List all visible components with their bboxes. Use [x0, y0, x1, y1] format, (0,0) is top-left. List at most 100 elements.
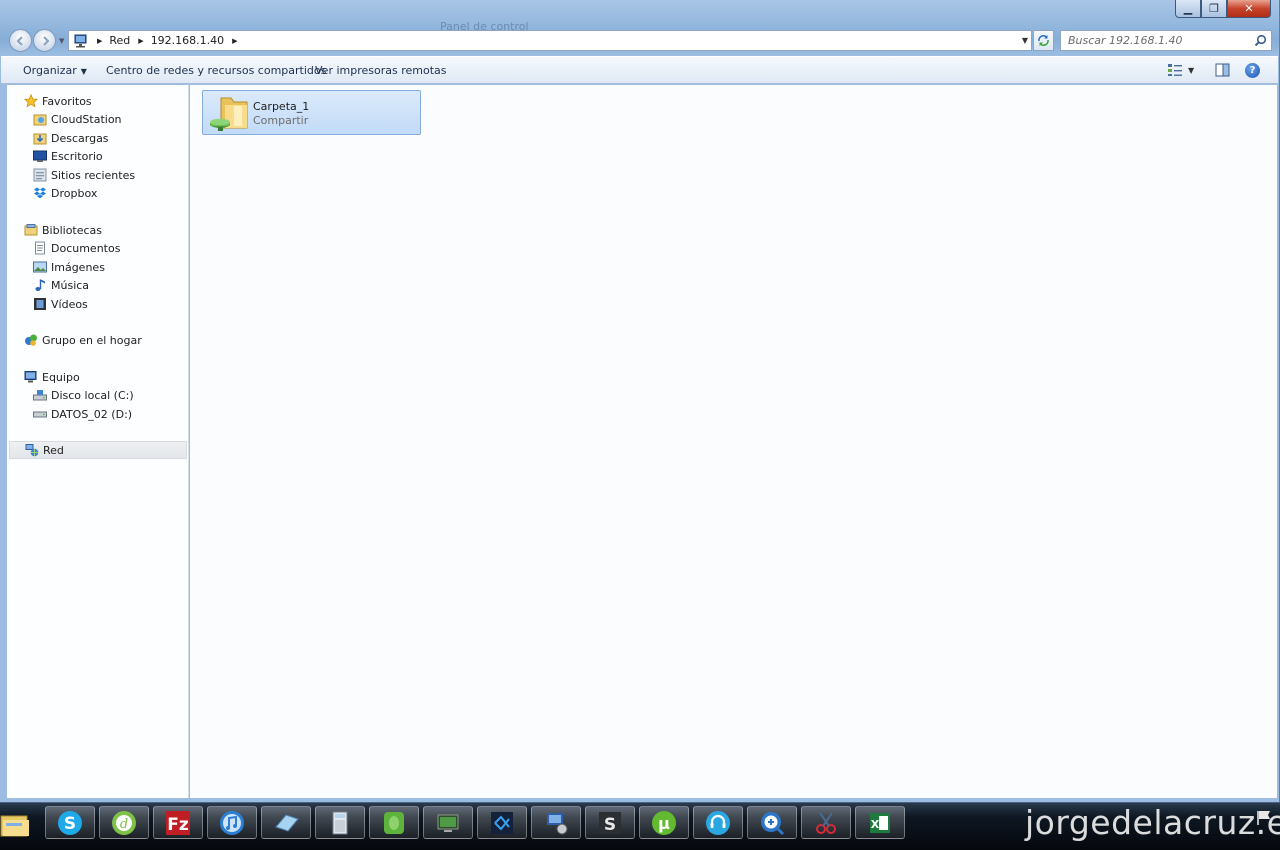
taskbar-visual-studio[interactable] [477, 806, 527, 839]
taskbar-remote-desktop[interactable] [423, 806, 473, 839]
forward-arrow-icon [43, 36, 50, 46]
sidebar-item-label: Imágenes [51, 260, 105, 274]
tray-flag-icon[interactable] [1255, 808, 1275, 828]
notepad-icon [275, 813, 299, 832]
snipping-tool-icon [816, 811, 836, 834]
sidebar-item-dropbox[interactable]: Dropbox [32, 184, 97, 202]
sidebar-item-label: Dropbox [51, 186, 98, 200]
taskbar-notepad[interactable] [261, 806, 311, 839]
taskbar-network-monitor[interactable] [531, 806, 581, 839]
navigation-pane: Favoritos CloudStation Descargas Escrito… [7, 85, 189, 798]
search-input[interactable]: Buscar 192.168.1.40 [1060, 30, 1272, 51]
network-icon [24, 442, 40, 458]
close-button[interactable]: ✕ [1227, 0, 1271, 18]
taskbar-filezilla[interactable]: Fz [153, 806, 203, 839]
sidebar-item-homegroup[interactable]: Grupo en el hogar [23, 331, 142, 349]
sidebar-item-music[interactable]: Música [32, 276, 89, 294]
back-button[interactable] [9, 29, 32, 52]
sidebar-item-videos[interactable]: Vídeos [32, 295, 88, 313]
explorer-folder-icon[interactable] [0, 806, 34, 842]
network-icon [74, 34, 87, 47]
breadcrumb-separator-icon[interactable]: ▶ [232, 37, 237, 45]
svg-text:X: X [871, 818, 880, 831]
view-dropdown-icon[interactable]: ▼ [1188, 66, 1194, 75]
zoom-icon [761, 811, 785, 835]
svg-text:S: S [64, 814, 76, 834]
remote-desktop-icon [437, 814, 459, 832]
taskbar-sublime[interactable]: S [585, 806, 635, 839]
taskbar-support[interactable] [693, 806, 743, 839]
breadcrumb-ip[interactable]: 192.168.1.40 [151, 34, 224, 47]
share-folder-item[interactable]: Carpeta_1 Compartir [202, 90, 421, 135]
remote-printers-button[interactable]: Ver impresoras remotas [315, 64, 447, 77]
change-view-icon[interactable] [1167, 63, 1183, 77]
taskbar-utorrent[interactable]: µ [639, 806, 689, 839]
organize-label: Organizar [23, 64, 77, 77]
sidebar-item-label: Descargas [51, 131, 109, 145]
breadcrumb-separator-icon[interactable]: ▶ [138, 37, 143, 45]
address-dropdown-icon[interactable]: ▼ [1022, 36, 1028, 45]
hard-drive-icon [32, 406, 48, 422]
sidebar-item-recent[interactable]: Sitios recientes [32, 166, 135, 184]
skype-icon: S [58, 810, 82, 835]
help-icon[interactable]: ? [1245, 63, 1260, 78]
maximize-button[interactable]: ❐ [1201, 0, 1227, 18]
breadcrumb-separator-icon[interactable]: ▶ [97, 37, 102, 45]
vs-icon [491, 811, 513, 834]
sidebar-item-desktop[interactable]: Escritorio [32, 147, 103, 165]
dropbox-icon [32, 185, 48, 201]
sidebar-item-network[interactable]: Red [9, 441, 187, 459]
sidebar-item-drive-d[interactable]: DATOS_02 (D:) [32, 405, 132, 423]
sidebar-item-libraries[interactable]: Bibliotecas [23, 221, 102, 239]
breadcrumb-red[interactable]: Red [109, 34, 130, 47]
sidebar-item-documents[interactable]: Documentos [32, 239, 120, 257]
taskbar-snipping[interactable] [801, 806, 851, 839]
organize-menu[interactable]: Organizar ▼ [23, 64, 87, 77]
headset-icon [706, 810, 730, 835]
sidebar-item-label: Documentos [51, 241, 121, 255]
search-icon[interactable] [1254, 34, 1267, 47]
dreamweaver-icon: d [112, 810, 136, 835]
address-bar[interactable]: ▶ Red ▶ 192.168.1.40 ▶ ▼ [68, 30, 1032, 51]
itunes-icon [220, 810, 244, 835]
svg-text:Fz: Fz [167, 815, 189, 835]
sidebar-item-label: DATOS_02 (D:) [51, 407, 133, 421]
taskbar-evernote[interactable] [369, 806, 419, 839]
sidebar-item-label: Vídeos [51, 297, 88, 311]
minimize-button[interactable]: ▁ [1175, 0, 1201, 18]
taskbar-excel[interactable]: X [855, 806, 905, 839]
folder-subtitle: Compartir [253, 114, 309, 127]
network-center-button[interactable]: Centro de redes y recursos compartidos [106, 64, 326, 77]
search-placeholder: Buscar 192.168.1.40 [1068, 34, 1183, 47]
preview-pane-icon[interactable] [1215, 63, 1230, 77]
sidebar-item-favorites[interactable]: Favoritos [23, 92, 92, 110]
taskbar-skype[interactable]: S [45, 806, 95, 839]
taskbar-itunes[interactable] [207, 806, 257, 839]
sidebar-item-drive-c[interactable]: Disco local (C:) [32, 386, 134, 404]
folder-name: Carpeta_1 [253, 100, 310, 113]
taskbar-magnifier[interactable] [747, 806, 797, 839]
sidebar-item-computer[interactable]: Equipo [23, 368, 80, 386]
taskbar-dreamweaver[interactable]: d [99, 806, 149, 839]
documents-icon [32, 240, 48, 256]
history-dropdown-icon[interactable]: ▼ [59, 37, 64, 45]
network-monitor-icon [547, 812, 568, 834]
sidebar-item-label: Escritorio [51, 149, 103, 163]
sidebar-item-cloudstation[interactable]: CloudStation [32, 110, 122, 128]
downloads-folder-icon [32, 130, 48, 146]
sidebar-item-label: Sitios recientes [51, 168, 136, 182]
desktop-icon [32, 148, 48, 164]
caption-buttons: ▁ ❐ ✕ [1175, 0, 1271, 18]
forward-button[interactable] [33, 29, 56, 52]
libraries-icon [23, 222, 39, 238]
calculator-icon [332, 811, 348, 834]
svg-text:µ: µ [658, 814, 670, 833]
sidebar-item-images[interactable]: Imágenes [32, 258, 105, 276]
sidebar-item-downloads[interactable]: Descargas [32, 129, 109, 147]
file-list: Carpeta_1 Compartir [190, 85, 1277, 798]
navigation-bar: ▼ ▶ Red ▶ 192.168.1.40 ▶ ▼ Buscar 192.16… [0, 28, 1280, 54]
refresh-button[interactable] [1033, 30, 1054, 51]
back-arrow-icon [16, 36, 23, 46]
taskbar-calculator[interactable] [315, 806, 365, 839]
organize-caret-icon: ▼ [80, 67, 87, 76]
